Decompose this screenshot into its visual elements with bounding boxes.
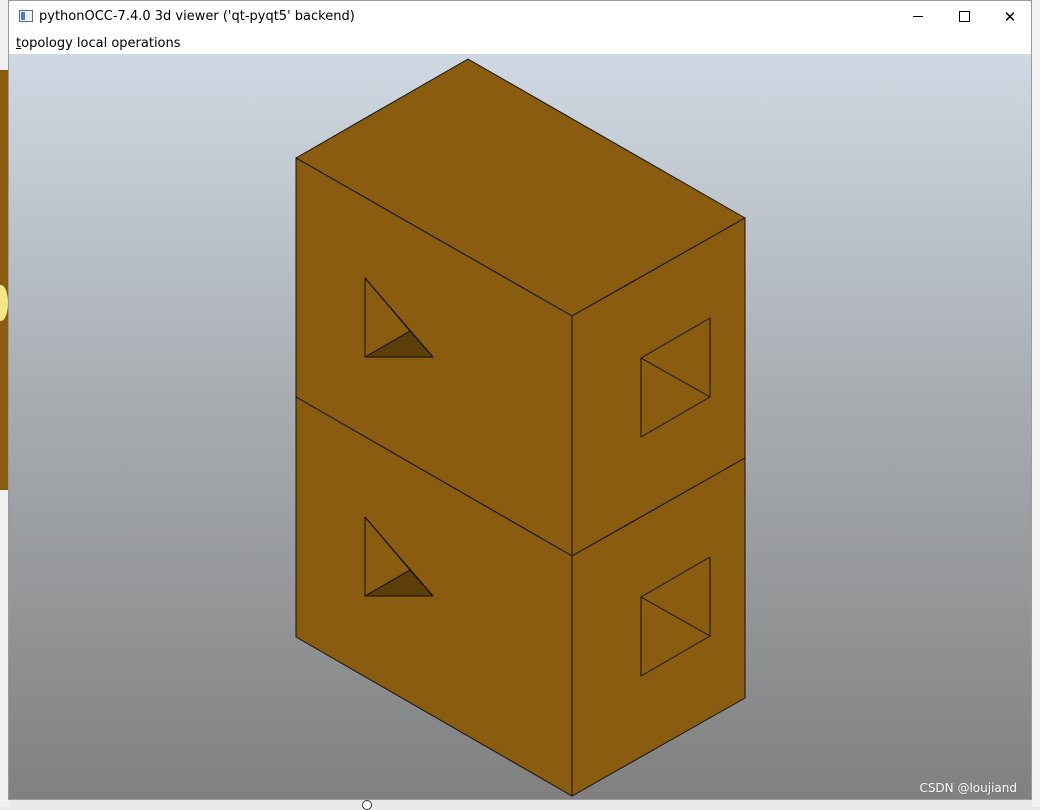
minimize-button[interactable] xyxy=(895,1,941,32)
watermark: CSDN @loujiand xyxy=(919,781,1017,795)
menu-topology-local-operations[interactable]: topology local operations xyxy=(16,36,181,51)
minimize-icon xyxy=(913,16,923,17)
maximize-icon xyxy=(958,11,970,22)
3d-viewport[interactable]: CSDN @loujiand xyxy=(9,54,1031,799)
cursor-icon xyxy=(362,800,372,810)
app-window-icon xyxy=(19,10,33,22)
close-button[interactable]: ✕ xyxy=(987,1,1033,32)
window-title: pythonOCC-7.4.0 3d viewer ('qt-pyqt5' ba… xyxy=(39,9,355,24)
close-icon: ✕ xyxy=(1003,7,1017,26)
model-render xyxy=(295,58,746,797)
title-bar[interactable]: pythonOCC-7.4.0 3d viewer ('qt-pyqt5' ba… xyxy=(9,1,1031,32)
maximize-button[interactable] xyxy=(941,1,987,32)
viewer-window: pythonOCC-7.4.0 3d viewer ('qt-pyqt5' ba… xyxy=(8,0,1032,800)
menu-bar: topology local operations xyxy=(9,32,1031,54)
menu-label: opology local operations xyxy=(21,36,181,51)
background-app-right xyxy=(1032,0,1040,807)
